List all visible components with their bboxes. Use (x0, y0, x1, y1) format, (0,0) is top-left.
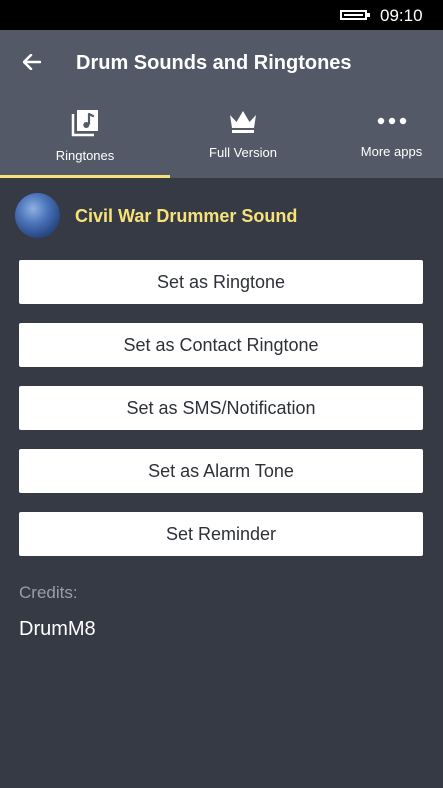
status-clock: 09:10 (380, 6, 423, 25)
crown-icon (230, 111, 256, 133)
app-header: Drum Sounds and Ringtones Ringtones Full… (0, 30, 443, 178)
tab-more-apps-label: More apps (360, 144, 423, 159)
credits-value: DrumM8 (19, 618, 96, 640)
status-bar: 09:10 (0, 0, 443, 30)
battery-icon (340, 10, 370, 20)
tab-ringtones-label: Ringtones (55, 148, 115, 163)
set-contact-ringtone-button[interactable]: Set as Contact Ringtone (19, 323, 423, 367)
tab-more-apps[interactable]: More apps (340, 102, 443, 178)
music-library-icon (71, 110, 98, 137)
page-title: Drum Sounds and Ringtones (76, 52, 352, 74)
set-ringtone-button[interactable]: Set as Ringtone (19, 260, 423, 304)
selected-tab-indicator (0, 175, 170, 178)
arrow-left-icon (23, 54, 41, 70)
sound-title: Civil War Drummer Sound (75, 206, 298, 226)
tab-full-version[interactable]: Full Version (170, 102, 316, 178)
set-sms-notification-button[interactable]: Set as SMS/Notification (19, 386, 423, 430)
back-button[interactable] (20, 50, 44, 74)
tab-ringtones[interactable]: Ringtones (0, 102, 170, 178)
sound-avatar (15, 193, 60, 238)
credits-label: Credits: (19, 583, 78, 602)
set-reminder-button[interactable]: Set Reminder (19, 512, 423, 556)
more-dots-icon (377, 117, 406, 125)
tab-full-version-label: Full Version (209, 145, 277, 160)
set-alarm-tone-button[interactable]: Set as Alarm Tone (19, 449, 423, 493)
